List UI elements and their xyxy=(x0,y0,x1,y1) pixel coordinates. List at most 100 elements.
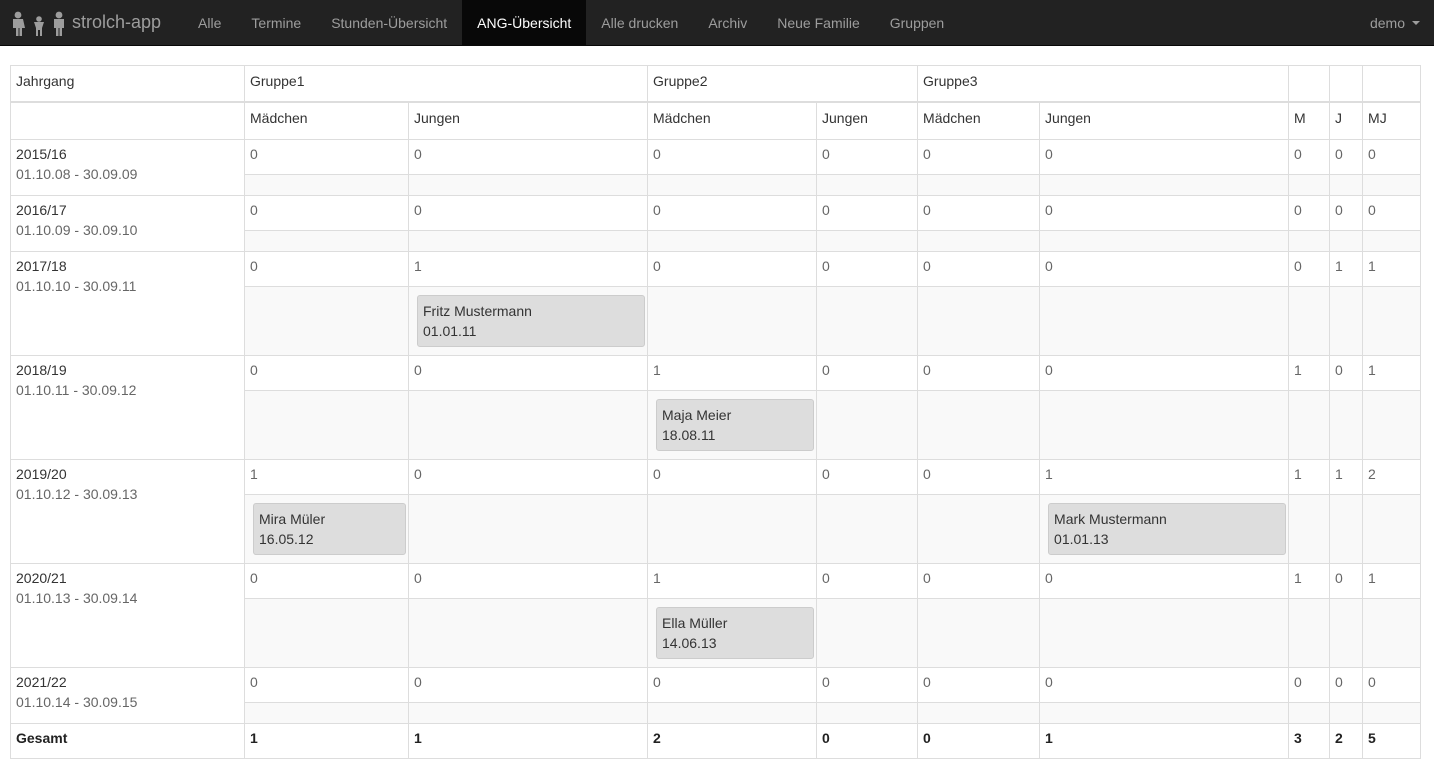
year-range: 01.10.11 - 30.09.12 xyxy=(16,382,137,398)
header-group-2: Gruppe2 xyxy=(647,65,919,103)
table-row: 2019/20 01.10.12 - 30.09.13 1 0 0 0 0 1 1 1 2 xyxy=(10,459,1422,564)
count-cell: 0 xyxy=(816,195,919,231)
sum-mj-cell: 0 xyxy=(1362,667,1422,703)
children-cell xyxy=(647,702,818,724)
nav-alle-drucken[interactable]: Alle drucken xyxy=(586,0,693,45)
empty-cell xyxy=(1362,390,1422,460)
child-card[interactable]: Mira Müler 16.05.12 xyxy=(253,503,406,555)
children-cell xyxy=(816,598,919,668)
empty-cell xyxy=(1362,286,1422,356)
count-cell: 0 xyxy=(407,459,649,495)
year-label: 2015/16 xyxy=(16,146,67,162)
count-cell: 0 xyxy=(816,251,919,287)
sum-m-cell: 0 xyxy=(1288,251,1331,287)
count-cell: 0 xyxy=(647,667,818,703)
nav-label: Alle xyxy=(198,14,222,31)
count-cell: 1 xyxy=(1039,459,1290,495)
count-cell: 0 xyxy=(917,355,1041,391)
children-cell xyxy=(647,494,818,564)
total-count-cell: 0 xyxy=(816,723,919,759)
total-count-cell: 0 xyxy=(917,723,1041,759)
year-cell: 2019/20 01.10.12 - 30.09.13 xyxy=(10,459,245,564)
empty-cell xyxy=(1288,230,1331,252)
year-range: 01.10.08 - 30.09.09 xyxy=(16,166,138,182)
children-cell xyxy=(244,230,409,252)
sum-j-cell: 0 xyxy=(1329,195,1364,231)
year-range: 01.10.13 - 30.09.14 xyxy=(16,590,138,606)
children-cell xyxy=(816,174,919,196)
children-cell xyxy=(917,230,1041,252)
count-cell: 0 xyxy=(1039,355,1290,391)
header-jahrgang: Jahrgang xyxy=(10,65,245,103)
table-row: 2017/18 01.10.10 - 30.09.11 0 1 0 0 0 0 0 1 1 xyxy=(10,251,1422,356)
header-j: J xyxy=(1329,102,1364,140)
child-card[interactable]: Maja Meier 18.08.11 xyxy=(656,399,815,451)
sum-m-cell: 0 xyxy=(1288,139,1331,175)
children-cell: Mark Mustermann 01.01.13 xyxy=(1039,494,1290,564)
chevron-down-icon xyxy=(1412,20,1420,25)
header-group-1: Gruppe1 xyxy=(243,65,649,103)
header-jungen: Jungen xyxy=(1039,102,1290,140)
children-cell xyxy=(816,230,919,252)
nav-stunden-uebersicht[interactable]: Stunden-Übersicht xyxy=(316,0,462,45)
child-card[interactable]: Mark Mustermann 01.01.13 xyxy=(1048,503,1287,555)
table-row: 2016/17 01.10.09 - 30.09.10 0 0 0 0 0 0 0 0 0 xyxy=(10,195,1422,252)
children-cell xyxy=(244,598,409,668)
count-cell: 0 xyxy=(647,195,818,231)
nav-neue-familie[interactable]: Neue Familie xyxy=(762,0,874,45)
children-cell xyxy=(407,230,649,252)
total-count-cell: 2 xyxy=(647,723,818,759)
year-label: 2020/21 xyxy=(16,570,67,586)
empty-cell xyxy=(1329,598,1364,668)
nav-ang-uebersicht[interactable]: ANG-Übersicht xyxy=(462,0,587,45)
nav-archiv[interactable]: Archiv xyxy=(693,0,762,45)
brand[interactable]: strolch-app xyxy=(0,0,183,45)
year-cell: 2021/22 01.10.14 - 30.09.15 xyxy=(10,667,245,724)
header-empty xyxy=(1288,65,1331,103)
count-cell: 0 xyxy=(917,563,1041,599)
child-card[interactable]: Ella Müller 14.06.13 xyxy=(656,607,815,659)
header-maedchen: Mädchen xyxy=(647,102,818,140)
year-cell: 2016/17 01.10.09 - 30.09.10 xyxy=(10,195,245,252)
count-cell: 1 xyxy=(647,563,818,599)
empty-cell xyxy=(1288,390,1331,460)
nav-termine[interactable]: Termine xyxy=(236,0,316,45)
child-birthdate: 14.06.13 xyxy=(662,635,717,651)
header-mj: MJ xyxy=(1362,102,1422,140)
children-cell xyxy=(407,702,649,724)
sum-j-cell: 0 xyxy=(1329,355,1364,391)
count-cell: 1 xyxy=(407,251,649,287)
table-row: 2020/21 01.10.13 - 30.09.14 0 0 1 0 0 0 1 0 1 xyxy=(10,563,1422,668)
child-birthdate: 18.08.11 xyxy=(662,427,716,443)
child-birthdate: 16.05.12 xyxy=(259,531,314,547)
year-label: 2018/19 xyxy=(16,362,67,378)
nav-gruppen[interactable]: Gruppen xyxy=(875,0,959,45)
count-cell: 0 xyxy=(244,195,409,231)
table-row: 2021/22 01.10.14 - 30.09.15 0 0 0 0 0 0 0 0 0 xyxy=(10,667,1422,724)
count-cell: 0 xyxy=(407,667,649,703)
nav-alle[interactable]: Alle xyxy=(183,0,236,45)
children-cell xyxy=(407,174,649,196)
empty-cell xyxy=(1329,702,1364,724)
children-cell xyxy=(1039,286,1290,356)
brand-name: strolch-app xyxy=(72,12,162,32)
children-cell xyxy=(647,174,818,196)
children-cell xyxy=(1039,390,1290,460)
header-empty xyxy=(1362,65,1422,103)
count-cell: 1 xyxy=(647,355,818,391)
empty-cell xyxy=(1329,230,1364,252)
header-empty xyxy=(1329,65,1364,103)
count-cell: 0 xyxy=(917,195,1041,231)
empty-cell xyxy=(1362,230,1422,252)
family-icon xyxy=(10,10,68,36)
user-menu[interactable]: demo xyxy=(1370,0,1420,45)
total-count-cell: 1 xyxy=(244,723,409,759)
children-cell xyxy=(917,494,1041,564)
children-cell xyxy=(407,598,649,668)
count-cell: 0 xyxy=(917,251,1041,287)
empty-cell xyxy=(1362,598,1422,668)
sum-mj-cell: 0 xyxy=(1362,195,1422,231)
sum-mj-cell: 1 xyxy=(1362,355,1422,391)
empty-cell xyxy=(1362,702,1422,724)
child-card[interactable]: Fritz Mustermann 01.01.11 xyxy=(417,295,645,347)
